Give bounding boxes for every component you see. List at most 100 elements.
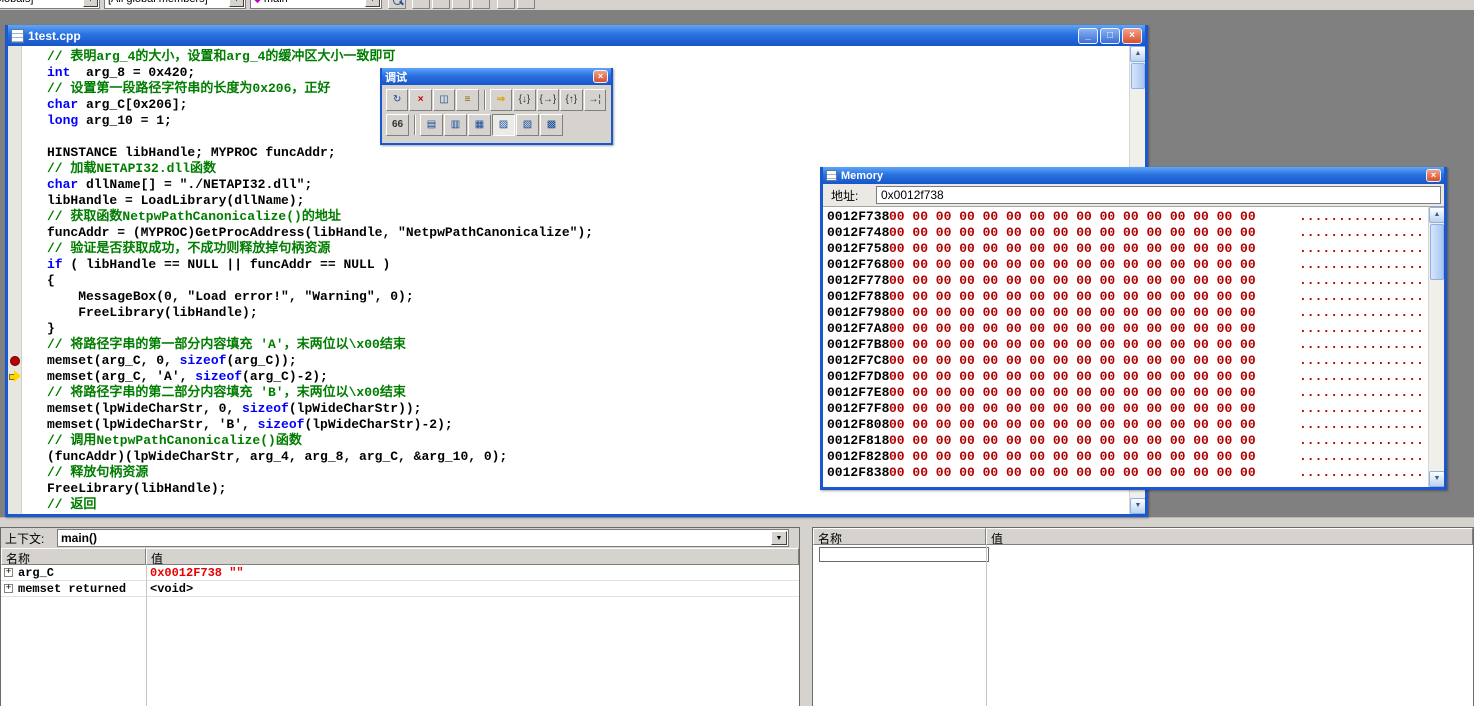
variables-rows: +arg_C0x0012F738 ""+memset returned<void… bbox=[1, 565, 799, 597]
stop-debugging-button[interactable]: × bbox=[409, 89, 431, 111]
memory-ascii: ................ bbox=[1299, 385, 1424, 401]
close-button[interactable]: × bbox=[1426, 169, 1441, 182]
memory-window-title: Memory bbox=[841, 170, 883, 182]
minimize-button[interactable]: _ bbox=[1078, 28, 1098, 44]
members-combobox[interactable]: [All global members] ▼ bbox=[104, 0, 246, 9]
memory-address-row: 地址: 0x0012f738 bbox=[823, 184, 1444, 206]
memory-hex-bytes: 00 00 00 00 00 00 00 00 00 00 00 00 00 0… bbox=[889, 433, 1299, 449]
memory-ascii: ................ bbox=[1299, 449, 1424, 465]
expand-icon[interactable]: + bbox=[4, 568, 13, 577]
memory-hex-bytes: 00 00 00 00 00 00 00 00 00 00 00 00 00 0… bbox=[889, 369, 1299, 385]
maximize-button[interactable]: □ bbox=[1100, 28, 1120, 44]
source-window-titlebar[interactable]: 1test.cpp _ □ × bbox=[8, 25, 1145, 46]
column-divider[interactable] bbox=[146, 565, 147, 706]
toolbar-button[interactable] bbox=[452, 0, 470, 9]
memory-window-titlebar[interactable]: Memory × bbox=[823, 167, 1444, 184]
registers-window-button[interactable]: ▦ bbox=[468, 114, 491, 136]
run-to-cursor-button[interactable]: →¦ bbox=[584, 89, 606, 111]
memory-dump-area[interactable]: 0012F73800 00 00 00 00 00 00 00 00 00 00… bbox=[823, 206, 1444, 487]
scroll-down-icon[interactable]: ▼ bbox=[1429, 471, 1444, 487]
memory-window-icon bbox=[826, 170, 837, 181]
scrollbar-thumb[interactable] bbox=[1131, 63, 1145, 89]
column-header-name[interactable]: 名称 bbox=[1, 548, 146, 565]
step-into-button[interactable]: {↓} bbox=[513, 89, 535, 111]
toolbar-button[interactable] bbox=[412, 0, 430, 9]
memory-address: 0012F818 bbox=[827, 433, 889, 449]
memory-row: 0012F7B800 00 00 00 00 00 00 00 00 00 00… bbox=[827, 337, 1427, 353]
memory-row: 0012F75800 00 00 00 00 00 00 00 00 00 00… bbox=[827, 241, 1427, 257]
memory-ascii: ................ bbox=[1299, 353, 1424, 369]
memory-ascii: ................ bbox=[1299, 305, 1424, 321]
debug-toolbar-row: ↻×◫≡ ⇒{↓}{→}{↑}→¦ bbox=[386, 87, 607, 112]
globals-combobox-value: [Globals] bbox=[0, 0, 33, 5]
toolbar-button[interactable] bbox=[472, 0, 490, 9]
close-button[interactable]: × bbox=[1122, 28, 1142, 44]
memory-row: 0012F79800 00 00 00 00 00 00 00 00 00 00… bbox=[827, 305, 1427, 321]
context-combobox[interactable]: main() ▼ bbox=[57, 529, 789, 547]
toolbar-button[interactable] bbox=[432, 0, 450, 9]
context-row: 上下文: main() ▼ bbox=[1, 528, 799, 548]
code-line: HINSTANCE libHandle; MYPROC funcAddr; bbox=[47, 145, 1129, 161]
variable-row[interactable]: + memset returned <void> bbox=[1, 581, 799, 597]
memory-row: 0012F7F800 00 00 00 00 00 00 00 00 00 00… bbox=[827, 401, 1427, 417]
document-icon bbox=[11, 29, 24, 43]
editor-margin[interactable] bbox=[8, 46, 22, 514]
scroll-up-icon[interactable]: ▲ bbox=[1429, 207, 1444, 223]
variable-row[interactable]: +arg_C0x0012F738 "" bbox=[1, 565, 799, 581]
scroll-up-icon[interactable]: ▲ bbox=[1130, 46, 1145, 62]
memory-hex-bytes: 00 00 00 00 00 00 00 00 00 00 00 00 00 0… bbox=[889, 273, 1299, 289]
call-stack-window-button[interactable]: ▧ bbox=[516, 114, 539, 136]
apply-code-changes-button[interactable]: ≡ bbox=[456, 89, 478, 111]
top-toolbar: [Globals] ▼ [All global members] ▼ ◆ mai… bbox=[0, 0, 1474, 10]
memory-row: 0012F74800 00 00 00 00 00 00 00 00 00 00… bbox=[827, 225, 1427, 241]
bottom-dock: 上下文: main() ▼ 名称 值 +arg_C0x0012F738 ""+m… bbox=[0, 517, 1474, 706]
scroll-down-icon[interactable]: ▼ bbox=[1130, 498, 1145, 514]
break-execution-button[interactable]: ◫ bbox=[433, 89, 455, 111]
memory-address: 0012F7F8 bbox=[827, 401, 889, 417]
variable-name: memset returned bbox=[18, 582, 126, 596]
debug-toolbar-title: 调试 bbox=[385, 69, 407, 85]
close-button[interactable]: × bbox=[593, 70, 608, 83]
memory-row: 0012F7C800 00 00 00 00 00 00 00 00 00 00… bbox=[827, 353, 1427, 369]
globals-combobox[interactable]: [Globals] ▼ bbox=[0, 0, 100, 9]
column-header-name[interactable]: 名称 bbox=[813, 528, 986, 545]
quickwatch-button[interactable]: 66 bbox=[386, 114, 409, 136]
address-label: 地址: bbox=[826, 187, 876, 204]
breakpoint-icon[interactable] bbox=[10, 356, 20, 366]
code-line: // 返回 bbox=[47, 497, 1129, 513]
memory-window: Memory × 地址: 0x0012f738 0012F73800 00 00… bbox=[820, 167, 1447, 490]
address-input[interactable]: 0x0012f738 bbox=[876, 186, 1441, 204]
step-over-button[interactable]: {→} bbox=[537, 89, 559, 111]
memory-row: 0012F76800 00 00 00 00 00 00 00 00 00 00… bbox=[827, 257, 1427, 273]
memory-vertical-scrollbar[interactable]: ▲ ▼ bbox=[1428, 207, 1444, 487]
search-icon[interactable] bbox=[388, 0, 406, 9]
expand-icon[interactable]: + bbox=[4, 584, 13, 593]
memory-hex-bytes: 00 00 00 00 00 00 00 00 00 00 00 00 00 0… bbox=[889, 401, 1299, 417]
chevron-down-icon[interactable]: ▼ bbox=[365, 0, 380, 7]
memory-window-button[interactable]: ▨ bbox=[492, 114, 515, 136]
watch-edit-input[interactable] bbox=[819, 547, 989, 562]
restart-button[interactable]: ↻ bbox=[386, 89, 408, 111]
debug-toolbar-titlebar[interactable]: 调试 × bbox=[382, 68, 611, 85]
column-header-value[interactable]: 值 bbox=[146, 548, 799, 565]
step-out-button[interactable]: {↑} bbox=[560, 89, 582, 111]
column-header-value[interactable]: 值 bbox=[986, 528, 1473, 545]
memory-address: 0012F748 bbox=[827, 225, 889, 241]
chevron-down-icon[interactable]: ▼ bbox=[229, 0, 244, 7]
function-combobox[interactable]: ◆ main ▼ bbox=[250, 0, 382, 9]
chevron-down-icon[interactable]: ▼ bbox=[771, 531, 787, 545]
variables-window-button[interactable]: ▥ bbox=[444, 114, 467, 136]
show-next-statement-button[interactable]: ⇒ bbox=[490, 89, 512, 111]
memory-address: 0012F758 bbox=[827, 241, 889, 257]
chevron-down-icon[interactable]: ▼ bbox=[83, 0, 98, 7]
toolbar-button[interactable] bbox=[517, 0, 535, 9]
watch-window-button[interactable]: ▤ bbox=[420, 114, 443, 136]
disassembly-window-button[interactable]: ▩ bbox=[540, 114, 563, 136]
variable-value: <void> bbox=[146, 582, 799, 596]
column-divider[interactable] bbox=[986, 545, 987, 706]
code-line: // 表明arg_4的大小，设置和arg_4的缓冲区大小一致即可 bbox=[47, 49, 1129, 65]
memory-row: 0012F82800 00 00 00 00 00 00 00 00 00 00… bbox=[827, 449, 1427, 465]
scrollbar-thumb[interactable] bbox=[1430, 224, 1444, 280]
memory-hex-bytes: 00 00 00 00 00 00 00 00 00 00 00 00 00 0… bbox=[889, 257, 1299, 273]
toolbar-button[interactable] bbox=[497, 0, 515, 9]
